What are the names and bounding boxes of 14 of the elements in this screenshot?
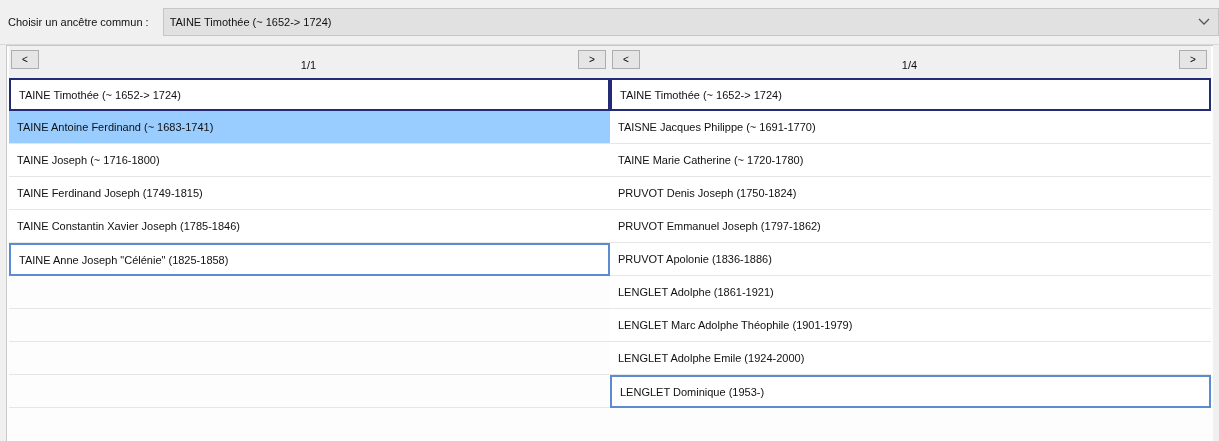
ancestor-dropdown[interactable]: TAINE Timothée (~ 1652-> 1724) — [162, 8, 1219, 36]
page-indicator: 1/4 — [901, 59, 918, 71]
person-row[interactable]: TAINE Timothée (~ 1652-> 1724) — [9, 78, 610, 111]
next-page-button[interactable]: > — [578, 49, 606, 69]
person-row[interactable]: TAINE Timothée (~ 1652-> 1724) — [610, 78, 1211, 111]
picker-label: Choisir un ancêtre commun : — [8, 16, 149, 28]
chevron-icon — [1198, 18, 1210, 26]
next-page-button[interactable]: > — [1179, 49, 1207, 69]
person-row[interactable]: LENGLET Dominique (1953-) — [610, 375, 1211, 408]
person-row[interactable]: TAINE Antoine Ferdinand (~ 1683-1741) — [9, 111, 610, 144]
page-indicator: 1/1 — [300, 59, 317, 71]
person-row[interactable]: TAINE Anne Joseph "Célénie" (1825-1858) — [9, 243, 610, 276]
previous-page-button[interactable]: < — [11, 49, 39, 69]
previous-page-button[interactable]: < — [612, 49, 640, 69]
